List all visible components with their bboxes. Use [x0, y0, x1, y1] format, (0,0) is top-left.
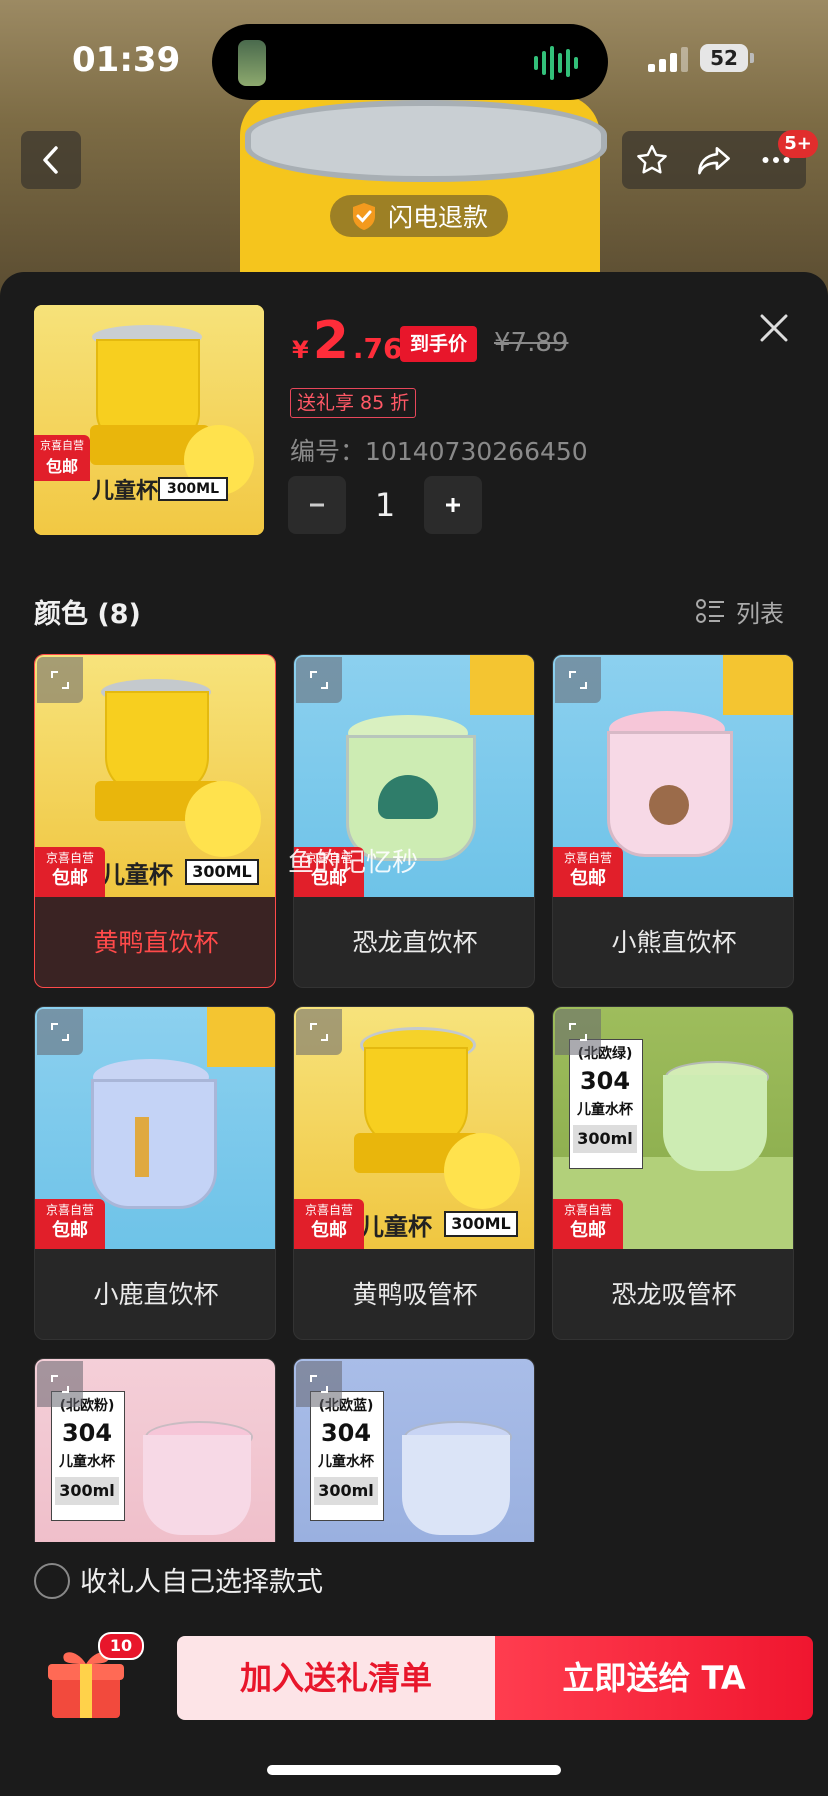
thumbnail-size-tag: 300ML: [158, 477, 228, 501]
tag-line-4: 300ml: [55, 1477, 119, 1505]
add-to-gift-list-button[interactable]: 加入送礼清单: [177, 1636, 495, 1720]
product-thumbnail[interactable]: 儿童杯 300ML 京喜自营 包邮: [34, 305, 264, 535]
minus-icon: [310, 503, 324, 507]
variant-size-tag: 300ML: [444, 1211, 518, 1237]
flash-refund-label: 闪电退款: [388, 203, 489, 232]
star-icon[interactable]: [634, 142, 670, 178]
final-price-tag: 到手价: [400, 326, 478, 362]
now-playing-thumbnail: [238, 40, 266, 86]
bottom-action-bar: 10 加入送礼清单 立即送给 TA: [0, 1620, 828, 1796]
status-bar: 01:39 52: [0, 0, 828, 120]
recipient-choose-label: 收礼人自己选择款式: [80, 1567, 323, 1598]
tag-line-4: 300ml: [573, 1125, 637, 1153]
expand-icon[interactable]: [296, 657, 342, 703]
tag-line-3: 儿童水杯: [318, 1454, 374, 1470]
variant-card-deer-straight[interactable]: 京喜自营 包邮 小鹿直饮杯: [34, 1006, 276, 1340]
plus-icon: [446, 498, 460, 512]
price: ¥ 2 .76: [292, 315, 403, 367]
watermark-text: 鱼的记忆秒: [288, 848, 419, 878]
cellular-signal-icon: [648, 46, 688, 72]
gift-count-badge: 10: [98, 1632, 144, 1660]
list-icon: [696, 598, 724, 623]
battery-icon: 52: [700, 44, 748, 72]
variant-card-blue-straw[interactable]: (北欧蓝) 304 儿童水杯 300ml: [293, 1358, 535, 1542]
price-decimal: .76: [352, 332, 403, 365]
jd-self-badge: 京喜自营 包邮: [553, 847, 623, 897]
variant-card-dino-straight[interactable]: 京喜自营 包邮 恐龙直饮杯: [293, 654, 535, 988]
expand-icon[interactable]: [37, 1361, 83, 1407]
tag-line-2: 304: [320, 1419, 372, 1447]
jd-self-badge: 京喜自营 包邮: [294, 1199, 364, 1249]
jd-self-badge: 京喜自营 包邮: [35, 1199, 105, 1249]
recipient-choose-row[interactable]: 收礼人自己选择款式: [0, 1544, 828, 1620]
sku-number: 编号：10140730266450: [290, 432, 588, 468]
variant-caption: 儿童杯: [360, 1213, 432, 1241]
home-indicator: [267, 1765, 561, 1775]
tag-line-3: 儿童水杯: [577, 1102, 633, 1118]
audio-wave-icon: [534, 46, 578, 80]
color-section-title: 颜色 (8): [34, 599, 141, 630]
sku-value: 10140730266450: [365, 437, 588, 466]
share-icon[interactable]: [695, 142, 733, 178]
expand-icon[interactable]: [555, 1009, 601, 1055]
battery-tip: [750, 53, 754, 63]
chevron-left-icon: [43, 146, 58, 174]
back-button[interactable]: [21, 131, 81, 189]
tag-line-3: 儿童水杯: [59, 1454, 115, 1470]
jd-self-badge: 京喜自营 包邮: [553, 1199, 623, 1249]
sku-label: 编号：: [290, 437, 366, 466]
tag-line-2: 304: [61, 1419, 113, 1447]
expand-icon[interactable]: [37, 657, 83, 703]
price-integer: 2: [312, 311, 349, 371]
color-variant-grid: 儿童杯 300ML 京喜自营 包邮 黄鸭直饮杯 京喜自营 包邮 恐龙直饮杯 京喜自营…: [34, 654, 794, 1542]
variant-card-yellow-duck-straw[interactable]: 儿童杯 300ML 京喜自营 包邮 黄鸭吸管杯: [293, 1006, 535, 1340]
variant-caption: 儿童杯: [101, 861, 173, 889]
variant-card-pink-straw[interactable]: (北欧粉) 304 儿童水杯 300ml: [34, 1358, 276, 1542]
tag-line-2: 304: [579, 1067, 631, 1095]
tag-line-4: 300ml: [314, 1477, 378, 1505]
jd-self-badge: 京喜自营 包邮: [34, 435, 90, 481]
expand-icon[interactable]: [296, 1009, 342, 1055]
decrement-button[interactable]: [288, 476, 346, 534]
recipient-choose-radio[interactable]: [34, 1563, 70, 1599]
dynamic-island: [212, 24, 608, 100]
flash-refund-pill: 闪电退款: [330, 195, 509, 237]
gift-discount-tag: 送礼享 85 折: [290, 388, 417, 418]
thumbnail-caption: 儿童杯: [92, 479, 159, 504]
variant-label: 小熊直饮杯: [611, 928, 737, 957]
status-time: 01:39: [72, 40, 181, 80]
message-count-badge: 5+: [778, 130, 818, 158]
expand-icon[interactable]: [296, 1361, 342, 1407]
increment-button[interactable]: [424, 476, 482, 534]
variant-size-tag: 300ML: [185, 859, 259, 885]
jd-self-badge: 京喜自营 包邮: [35, 847, 105, 897]
send-now-button[interactable]: 立即送给 TA: [495, 1636, 813, 1720]
variant-card-dino-straw[interactable]: (北欧绿) 304 儿童水杯 300ml 京喜自营 包邮 恐龙吸管杯: [552, 1006, 794, 1340]
variant-label: 黄鸭吸管杯: [352, 1280, 478, 1309]
quantity-stepper: 1: [288, 476, 482, 534]
quantity-value[interactable]: 1: [370, 486, 400, 524]
variant-label: 黄鸭直饮杯: [93, 928, 219, 957]
variant-card-yellow-duck-straight[interactable]: 儿童杯 300ML 京喜自营 包邮 黄鸭直饮杯: [34, 654, 276, 988]
original-price: ¥7.89: [494, 328, 569, 358]
variant-label: 小鹿直饮杯: [93, 1280, 219, 1309]
variant-label: 恐龙直饮杯: [352, 928, 478, 957]
price-currency: ¥: [292, 336, 309, 364]
expand-icon[interactable]: [37, 1009, 83, 1055]
shield-check-icon: [353, 203, 375, 230]
list-view-label: 列表: [736, 600, 784, 628]
variant-card-bear-straight[interactable]: 京喜自营 包邮 小熊直饮杯: [552, 654, 794, 988]
expand-icon[interactable]: [555, 657, 601, 703]
list-view-toggle[interactable]: 列表: [696, 594, 784, 629]
close-icon[interactable]: [752, 306, 796, 350]
variant-label: 恐龙吸管杯: [611, 1280, 737, 1309]
